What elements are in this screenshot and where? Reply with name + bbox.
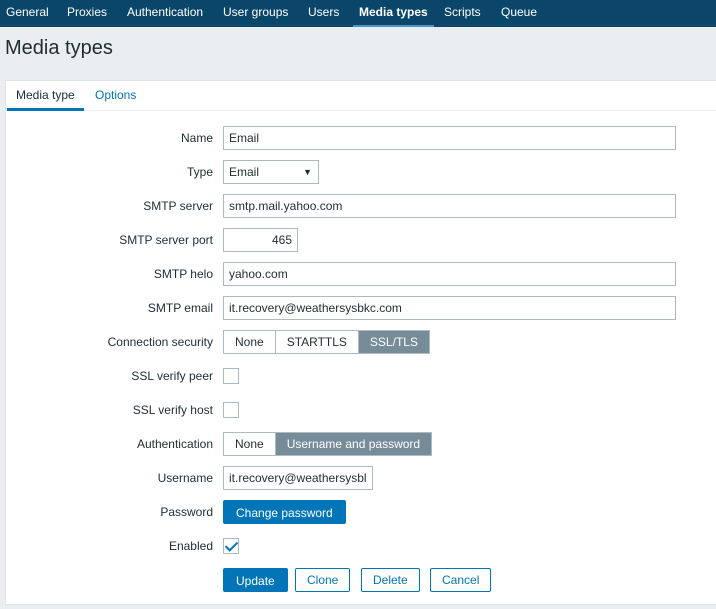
ssl-verify-host-label: SSL verify host bbox=[132, 403, 213, 417]
smtp-server-label: SMTP server bbox=[143, 199, 213, 213]
cancel-button[interactable]: Cancel bbox=[430, 568, 492, 592]
type-label: Type bbox=[186, 165, 213, 179]
nav-item-general[interactable]: General bbox=[0, 0, 55, 27]
nav-item-proxies[interactable]: Proxies bbox=[61, 0, 113, 27]
name-label: Name bbox=[180, 131, 213, 145]
form-tabs: Media type Options bbox=[6, 81, 716, 111]
connection-security-toggle: None STARTTLS SSL/TLS bbox=[223, 330, 430, 354]
connection-security-label: Connection security bbox=[107, 335, 213, 349]
type-select[interactable]: Email ▼ bbox=[223, 160, 319, 184]
delete-button[interactable]: Delete bbox=[361, 568, 420, 592]
connection-security-ssl-tls[interactable]: SSL/TLS bbox=[358, 331, 429, 353]
nav-item-authentication[interactable]: Authentication bbox=[121, 0, 209, 27]
authentication-toggle: None Username and password bbox=[223, 432, 433, 456]
type-select-value: Email bbox=[229, 165, 260, 179]
smtp-email-label: SMTP email bbox=[147, 301, 213, 315]
smtp-helo-label: SMTP helo bbox=[153, 267, 213, 281]
update-button[interactable]: Update bbox=[223, 568, 288, 592]
ssl-verify-host-checkbox[interactable] bbox=[223, 402, 239, 418]
nav-item-scripts[interactable]: Scripts bbox=[438, 0, 487, 27]
tab-media-type[interactable]: Media type bbox=[7, 81, 84, 111]
change-password-button[interactable]: Change password bbox=[223, 500, 346, 524]
nav-item-media-types[interactable]: Media types bbox=[353, 0, 434, 27]
authentication-username-password[interactable]: Username and password bbox=[275, 433, 432, 455]
clone-button[interactable]: Clone bbox=[295, 568, 351, 592]
smtp-email-field[interactable]: it.recovery@weathersysbkc.com bbox=[223, 296, 676, 320]
media-type-form-panel: Media type Options Name Email Type Email… bbox=[5, 80, 716, 605]
username-field[interactable]: it.recovery@weathersysbl bbox=[223, 466, 373, 490]
ssl-verify-peer-checkbox[interactable] bbox=[223, 368, 239, 384]
authentication-label: Authentication bbox=[136, 437, 213, 451]
ssl-verify-peer-label: SSL verify peer bbox=[131, 369, 213, 383]
smtp-port-label: SMTP server port bbox=[119, 233, 213, 247]
top-navigation: General Proxies Authentication User grou… bbox=[0, 0, 716, 27]
smtp-helo-field[interactable]: yahoo.com bbox=[223, 262, 676, 286]
username-label: Username bbox=[157, 471, 213, 485]
name-field[interactable]: Email bbox=[223, 126, 676, 150]
connection-security-none[interactable]: None bbox=[224, 331, 276, 353]
smtp-port-field[interactable]: 465 bbox=[223, 228, 298, 252]
smtp-server-field[interactable]: smtp.mail.yahoo.com bbox=[223, 194, 676, 218]
password-label: Password bbox=[160, 505, 213, 519]
nav-item-user-groups[interactable]: User groups bbox=[217, 0, 294, 27]
nav-item-queue[interactable]: Queue bbox=[495, 0, 543, 27]
nav-item-users[interactable]: Users bbox=[302, 0, 345, 27]
chevron-down-icon: ▼ bbox=[303, 167, 312, 177]
authentication-none[interactable]: None bbox=[224, 433, 276, 455]
page-title: Media types bbox=[5, 37, 113, 59]
tab-options[interactable]: Options bbox=[86, 81, 145, 111]
enabled-label: Enabled bbox=[168, 539, 213, 553]
enabled-checkbox[interactable] bbox=[223, 538, 239, 554]
connection-security-starttls[interactable]: STARTTLS bbox=[275, 331, 359, 353]
